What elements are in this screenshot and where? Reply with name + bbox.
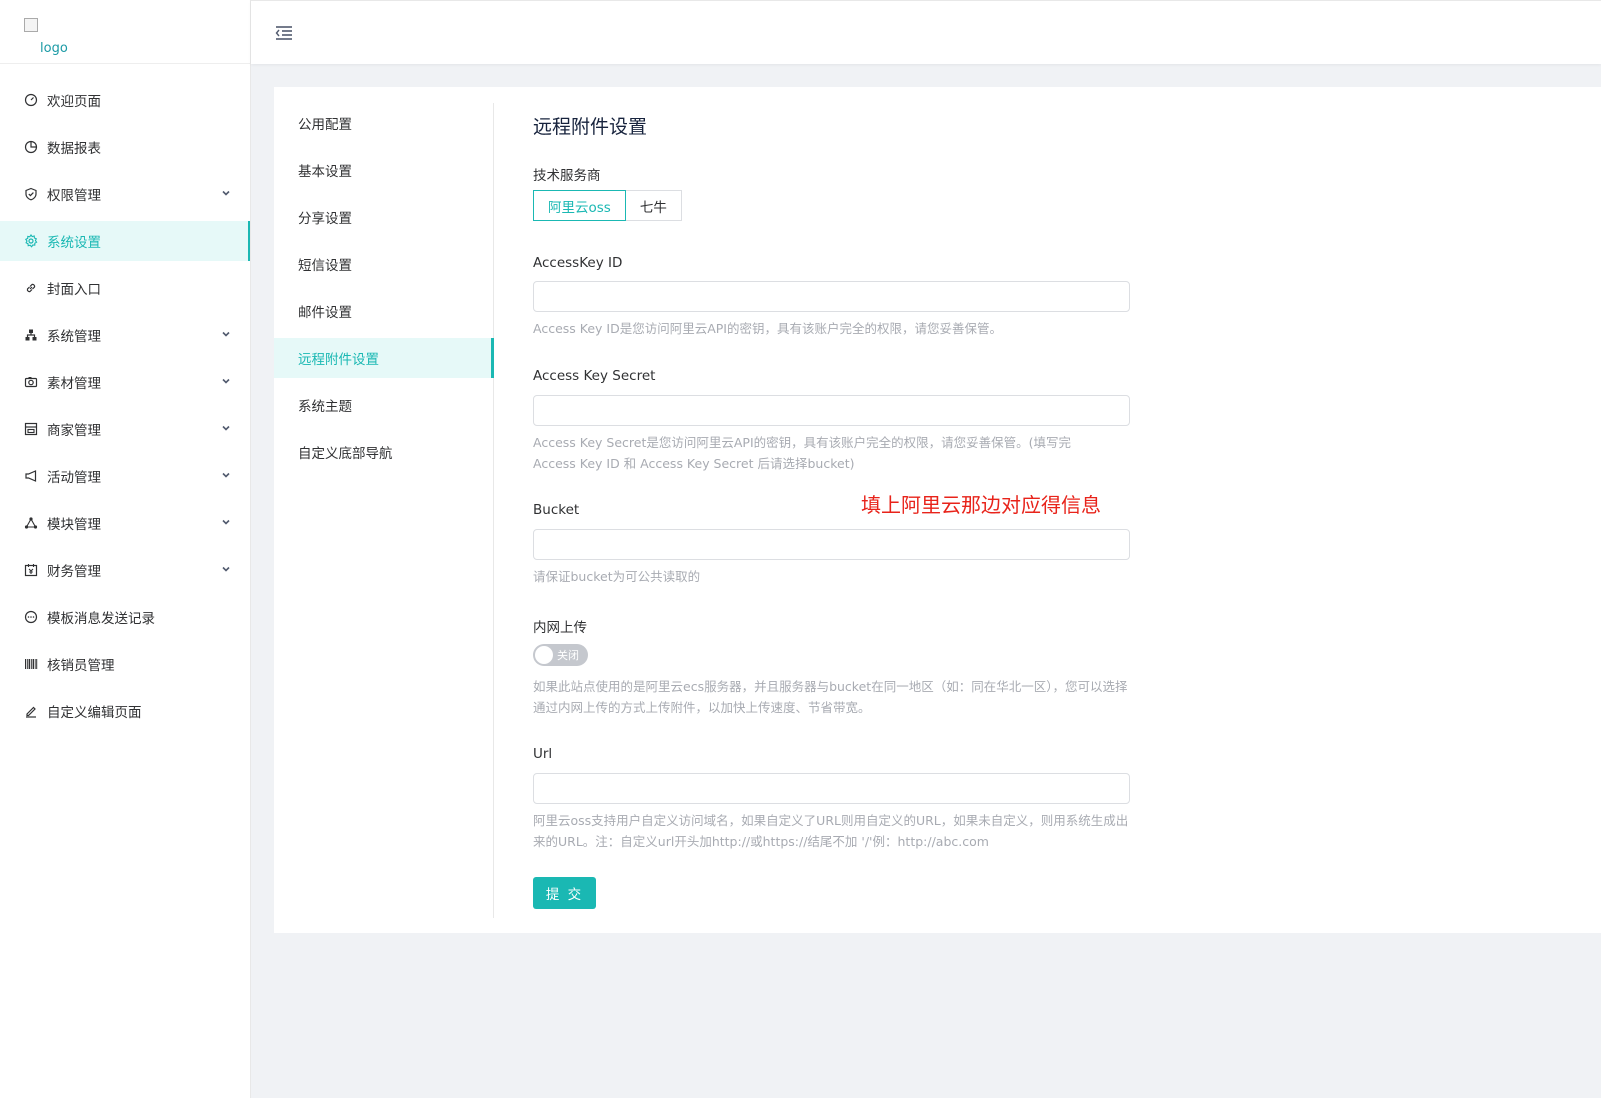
access-key-secret-input[interactable]: [533, 395, 1130, 426]
dashboard-icon: [23, 92, 39, 108]
red-annotation: 填上阿里云那边对应得信息: [861, 493, 1101, 517]
camera-icon: [23, 374, 39, 390]
finance-icon: [23, 562, 39, 578]
sidebar-item-11[interactable]: 模板消息发送记录: [0, 597, 250, 637]
edit-icon: [23, 703, 39, 719]
sidebar-item-label: 财务管理: [47, 564, 101, 580]
pie-chart-icon: [23, 139, 39, 155]
page-title: 远程附件设置: [533, 116, 648, 138]
shield-icon: [23, 186, 39, 202]
chevron-down-icon: [222, 331, 230, 337]
subnav-item-3[interactable]: 短信设置: [274, 244, 493, 284]
message-icon: [23, 609, 39, 625]
intranet-upload-switch[interactable]: 关闭: [533, 644, 588, 666]
provider-radio-group: 阿里云oss 七牛: [533, 190, 682, 221]
settings-card: 公用配置 基本设置 分享设置 短信设置 邮件设置 远程附件设置 系统主题 自定义底部导航 远程…: [274, 87, 1601, 933]
sidebar-item-6[interactable]: 素材管理: [0, 362, 250, 402]
bucket-help: 请保证bucket为可公共读取的: [533, 569, 701, 584]
switch-text: 关闭: [557, 649, 579, 662]
sidebar-menu: 欢迎页面数据报表权限管理系统设置封面入口系统管理素材管理商家管理活动管理模块管理…: [0, 80, 250, 731]
sidebar-item-label: 系统设置: [47, 235, 101, 251]
chevron-down-icon: [222, 519, 230, 525]
sidebar-item-label: 活动管理: [47, 470, 101, 486]
sidebar-item-8[interactable]: 活动管理: [0, 456, 250, 496]
sidebar-item-13[interactable]: 自定义编辑页面: [0, 691, 250, 731]
sidebar-item-3[interactable]: 系统设置: [0, 221, 250, 261]
intranet-upload-label: 内网上传: [533, 620, 587, 636]
subnav-item-label: 分享设置: [298, 211, 352, 227]
url-help: 阿里云oss支持用户自定义访问域名，如果自定义了URL则用自定义的URL，如果未…: [533, 813, 1129, 849]
url-input[interactable]: [533, 773, 1130, 804]
subnav-item-6[interactable]: 系统主题: [274, 385, 493, 425]
sitemap-icon: [23, 327, 39, 343]
subnav-item-0[interactable]: 公用配置: [274, 103, 493, 143]
sidebar-item-label: 封面入口: [47, 282, 101, 298]
sidebar-item-7[interactable]: 商家管理: [0, 409, 250, 449]
sidebar-item-label: 系统管理: [47, 329, 101, 345]
sidebar-item-label: 素材管理: [47, 376, 101, 392]
chevron-down-icon: [222, 378, 230, 384]
sidebar-item-label: 数据报表: [47, 141, 101, 157]
subnav-item-label: 公用配置: [298, 117, 352, 133]
url-label: Url: [533, 746, 553, 762]
sidebar-item-label: 欢迎页面: [47, 94, 101, 110]
broken-image-icon: [24, 18, 38, 32]
subnav-item-2[interactable]: 分享设置: [274, 197, 493, 237]
logo[interactable]: logo: [0, 0, 250, 64]
subnav-item-label: 邮件设置: [298, 305, 352, 321]
sidebar-item-4[interactable]: 封面入口: [0, 268, 250, 308]
sidebar-item-label: 核销员管理: [47, 658, 115, 674]
megaphone-icon: [23, 468, 39, 484]
provider-label: 技术服务商: [533, 168, 601, 184]
sidebar-item-label: 自定义编辑页面: [47, 705, 142, 721]
sidebar-item-1[interactable]: 数据报表: [0, 127, 250, 167]
top-header: [251, 0, 1601, 64]
chevron-down-icon: [222, 472, 230, 478]
sidebar-item-5[interactable]: 系统管理: [0, 315, 250, 355]
subnav-item-label: 短信设置: [298, 258, 352, 274]
subnav-item-1[interactable]: 基本设置: [274, 150, 493, 190]
subnav-item-label: 基本设置: [298, 164, 352, 180]
subnav-item-label: 自定义底部导航: [298, 446, 393, 462]
intranet-upload-help: 如果此站点使用的是阿里云ecs服务器，并且服务器与bucket在同一地区（如：同…: [533, 679, 1128, 715]
chevron-down-icon: [222, 566, 230, 572]
sidebar-item-2[interactable]: 权限管理: [0, 174, 250, 214]
subnav-item-4[interactable]: 邮件设置: [274, 291, 493, 331]
access-key-secret-label: Access Key Secret: [533, 368, 656, 384]
subnav-item-label: 系统主题: [298, 399, 352, 415]
sidebar-item-0[interactable]: 欢迎页面: [0, 80, 250, 120]
logo-alt-text: logo: [40, 41, 68, 56]
subnav-item-5[interactable]: 远程附件设置: [274, 338, 494, 378]
chevron-down-icon: [222, 190, 230, 196]
sidebar-item-label: 模板消息发送记录: [47, 611, 155, 627]
access-key-secret-help: Access Key Secret是您访问阿里云API的密钥，具有该账户完全的权…: [533, 435, 1072, 471]
chevron-down-icon: [222, 425, 230, 431]
access-key-id-label: AccessKey ID: [533, 255, 623, 271]
barcode-icon: [23, 656, 39, 672]
access-key-id-help: Access Key ID是您访问阿里云API的密钥，具有该账户完全的权限，请您…: [533, 321, 1002, 336]
subnav-item-label: 远程附件设置: [298, 352, 379, 368]
sidebar-item-label: 模块管理: [47, 517, 101, 533]
submit-button[interactable]: 提 交: [533, 877, 596, 909]
subnav-item-7[interactable]: 自定义底部导航: [274, 432, 493, 472]
menu-fold-icon[interactable]: [275, 25, 293, 41]
sidebar-item-label: 权限管理: [47, 188, 101, 204]
switch-knob: [535, 646, 553, 664]
nodes-icon: [23, 515, 39, 531]
shop-icon: [23, 421, 39, 437]
bucket-input[interactable]: [533, 529, 1130, 560]
sidebar: logo 欢迎页面数据报表权限管理系统设置封面入口系统管理素材管理商家管理活动管…: [0, 0, 251, 1098]
sidebar-item-9[interactable]: 模块管理: [0, 503, 250, 543]
provider-option-aliyun[interactable]: 阿里云oss: [533, 190, 626, 221]
provider-option-qiniu[interactable]: 七牛: [625, 190, 682, 221]
gear-icon: [23, 233, 39, 249]
access-key-id-input[interactable]: [533, 281, 1130, 312]
sidebar-item-10[interactable]: 财务管理: [0, 550, 250, 590]
sidebar-item-label: 商家管理: [47, 423, 101, 439]
sidebar-item-12[interactable]: 核销员管理: [0, 644, 250, 684]
link-icon: [23, 280, 39, 296]
bucket-label: Bucket: [533, 502, 580, 518]
settings-subnav: 公用配置基本设置分享设置短信设置邮件设置远程附件设置 系统主题自定义底部导航: [274, 103, 494, 918]
